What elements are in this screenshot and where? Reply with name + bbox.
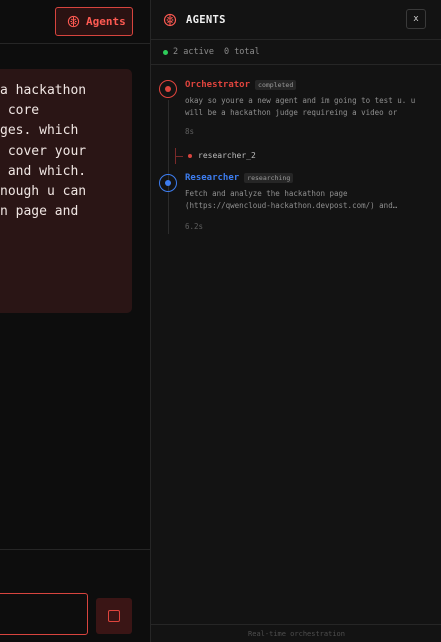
close-icon: x	[413, 14, 419, 24]
agent-name: Researcher	[185, 173, 240, 183]
agent-description: okay so youre a new agent and im going t…	[185, 95, 425, 118]
brain-icon	[67, 15, 80, 28]
agent-description-line: okay so youre a new agent and im going t…	[185, 96, 416, 105]
agent-elapsed-time: 6.2s	[185, 222, 204, 231]
agent-status-ring	[159, 80, 177, 98]
agent-timeline-line	[168, 194, 169, 234]
agent-name-row: Orchestrator completed	[185, 80, 297, 90]
agents-panel: AGENTS x 2 active 0 total Orchestrator c…	[150, 0, 441, 642]
close-button[interactable]: x	[406, 9, 426, 29]
panel-footer-text: Real-time orchestration	[248, 629, 345, 638]
message-line: and which.	[0, 163, 87, 179]
agent-status-ring	[159, 174, 177, 192]
composer-divider	[0, 549, 150, 550]
sub-agent-dot	[188, 154, 192, 158]
agent-description-line: (https://qwencloud-hackathon.devpost.com…	[185, 200, 398, 210]
assistant-message: a hackathon core ges. which cover your a…	[0, 69, 132, 313]
agent-status-dot	[165, 180, 171, 186]
active-indicator-dot	[163, 49, 168, 55]
active-count: 2 active	[173, 47, 214, 57]
agent-elapsed-time: 8s	[185, 127, 195, 136]
sub-agent-label: researcher_2	[198, 151, 256, 160]
message-line: ges. which	[0, 123, 79, 139]
message-line: core	[0, 103, 40, 119]
message-line: a hackathon	[0, 83, 87, 98]
message-line: nough u can	[0, 184, 87, 200]
panel-title: AGENTS	[186, 13, 226, 26]
agent-stats: 2 active 0 total	[151, 40, 441, 65]
agent-description-line: Fetch and analyze the hackathon page	[185, 189, 348, 198]
message-line: n page and	[0, 204, 79, 220]
sub-agent-item[interactable]: researcher_2	[175, 148, 375, 164]
stop-button[interactable]	[96, 598, 132, 634]
agent-status-dot	[165, 86, 171, 92]
brain-icon	[163, 13, 177, 26]
total-count: 0 total	[223, 47, 260, 57]
stop-icon	[108, 610, 120, 622]
panel-footer: Real-time orchestration	[151, 624, 441, 642]
chat-header: Agents	[0, 0, 150, 44]
agent-status-badge: researching	[244, 173, 294, 183]
agent-status-badge: completed	[255, 80, 297, 90]
agent-name-row: Researcher researching	[185, 173, 294, 183]
agents-button[interactable]: Agents	[55, 7, 133, 36]
agent-description: Fetch and analyze the hackathon page (ht…	[185, 188, 425, 211]
panel-header: AGENTS x	[151, 0, 441, 40]
tree-connector-horizontal	[175, 156, 183, 157]
agents-button-label: Agents	[86, 15, 126, 28]
agent-name: Orchestrator	[185, 80, 251, 90]
message-line: cover your	[0, 143, 87, 159]
chat-input[interactable]	[0, 593, 88, 635]
agent-description-line: will be a hackathon judge requireing a v…	[185, 107, 398, 117]
chat-pane: Agents a hackathon core ges. which cover…	[0, 0, 150, 642]
